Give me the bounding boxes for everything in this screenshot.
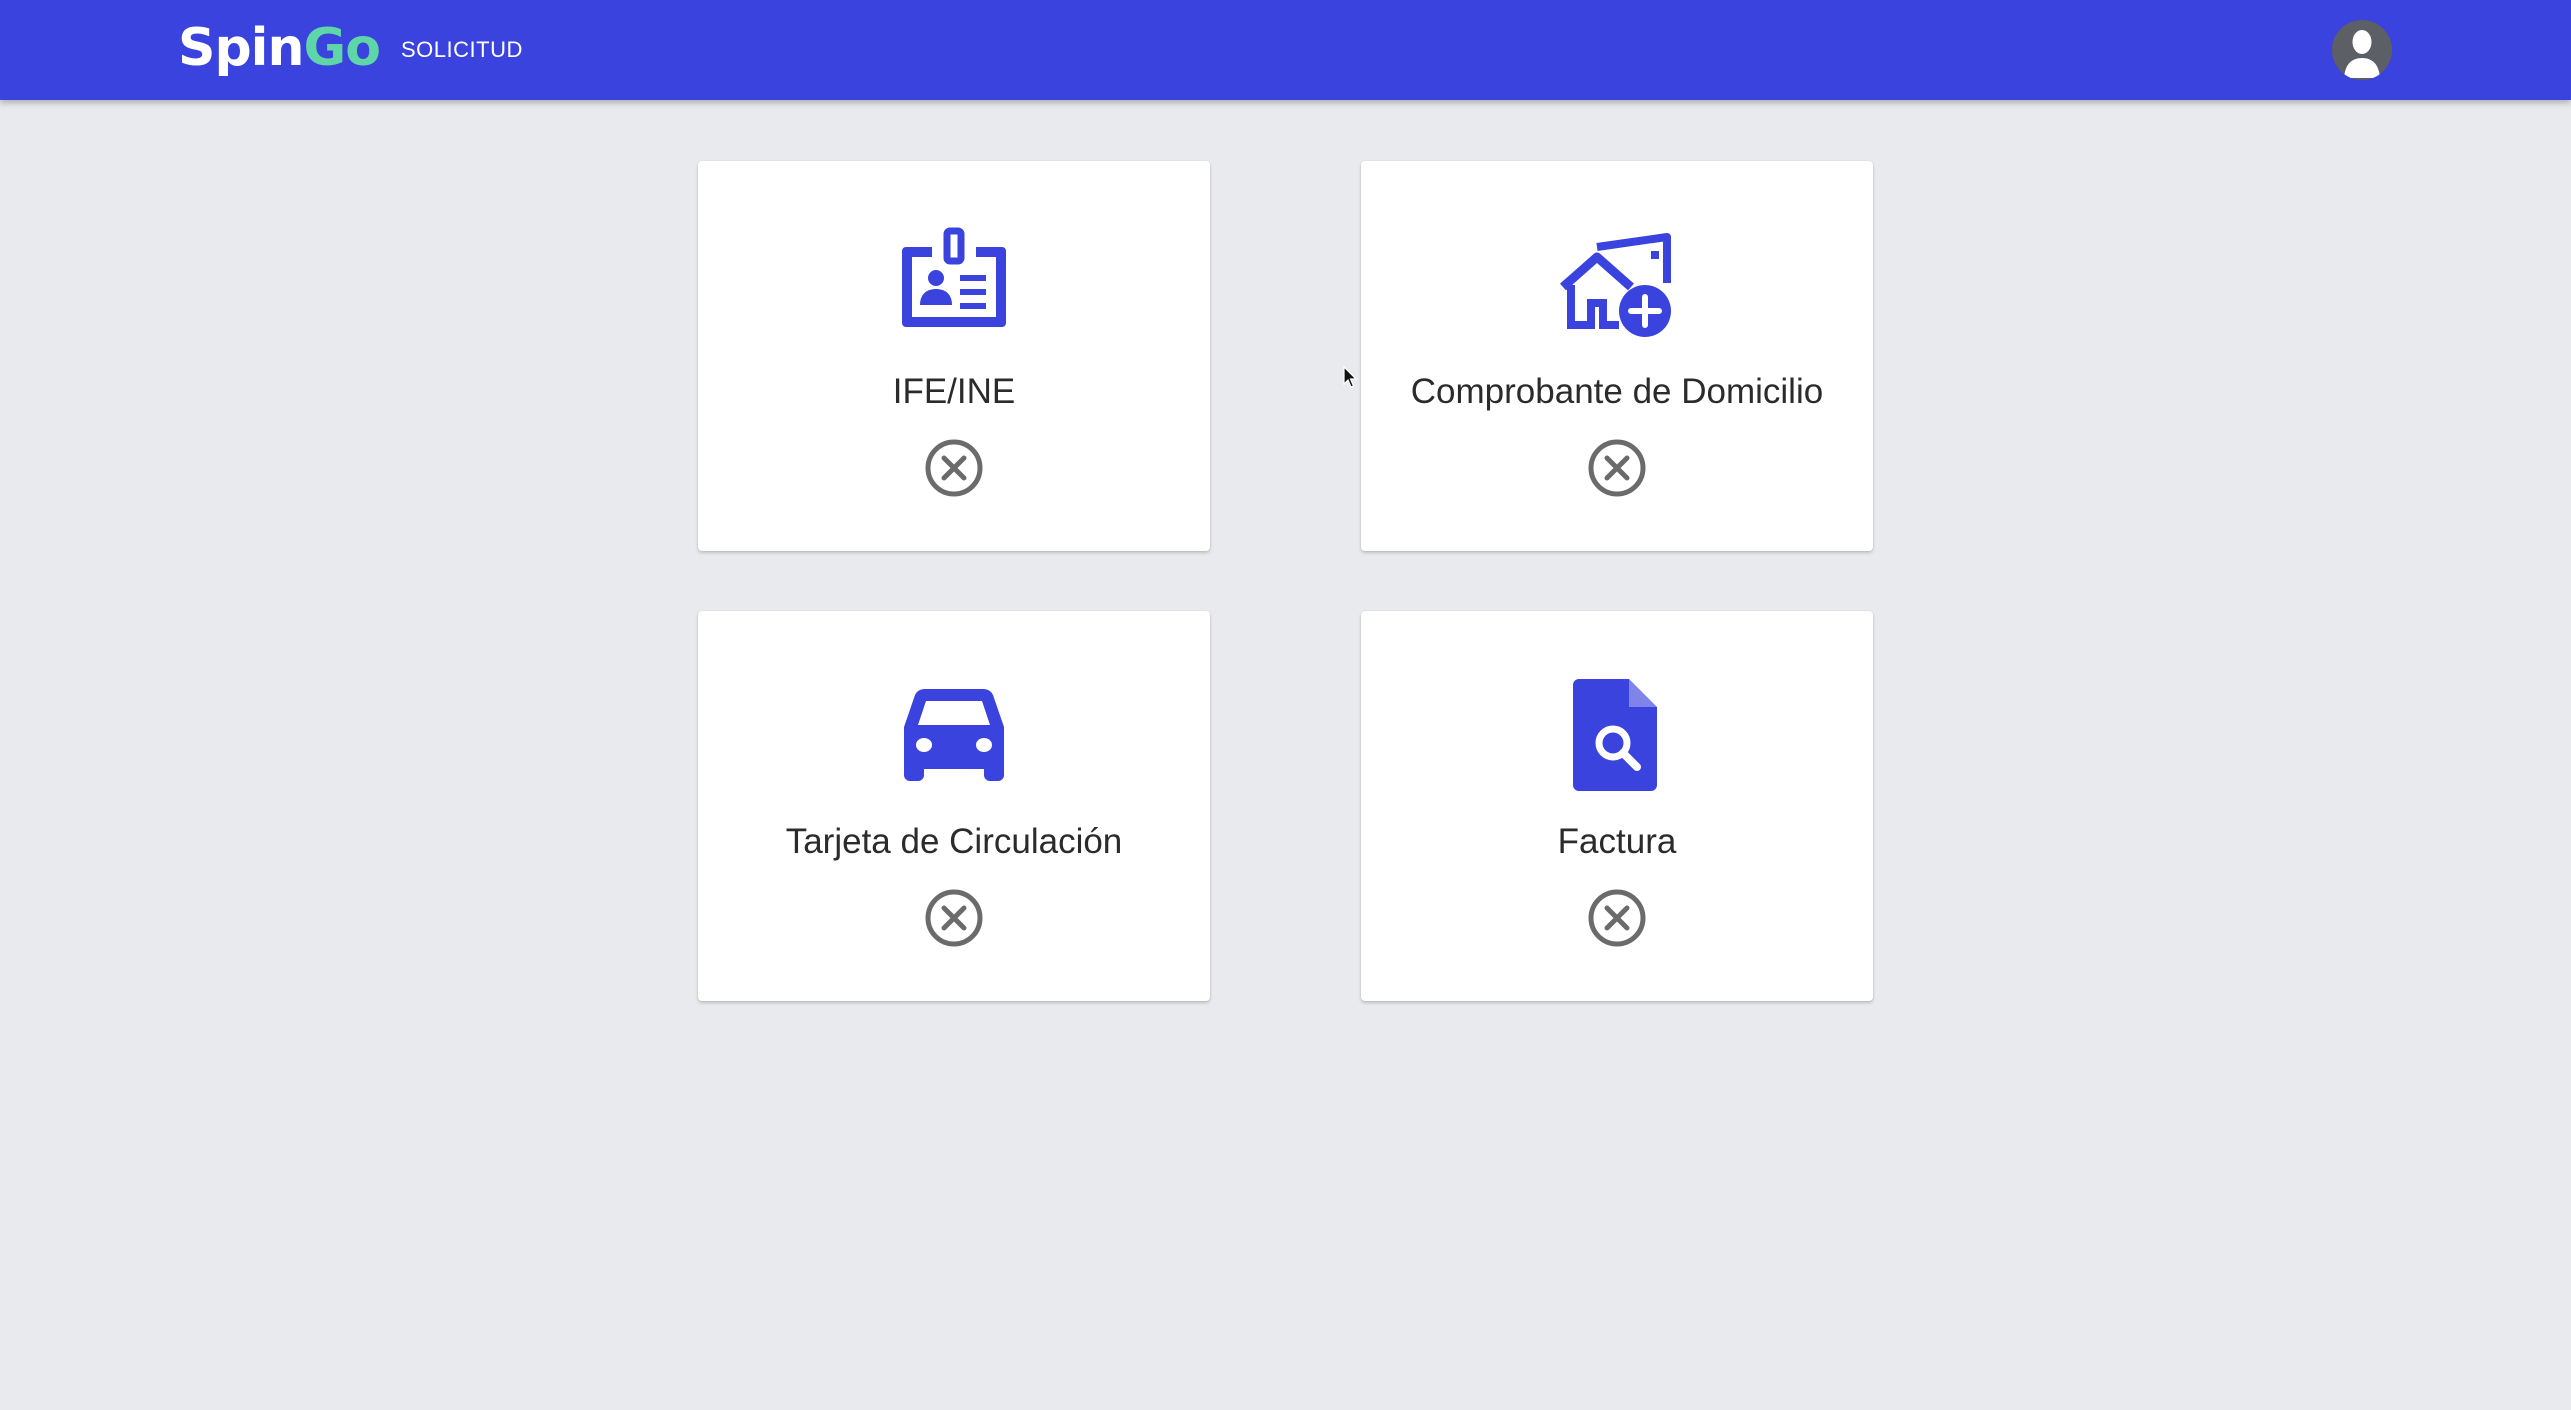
user-avatar-icon[interactable] (2332, 20, 2392, 80)
card-title: IFE/INE (892, 372, 1016, 411)
logo-text-spin: Spin (178, 18, 305, 78)
document-card-comprobante-domicilio[interactable]: Comprobante de Domicilio (1361, 161, 1873, 551)
id-badge-icon (894, 225, 1014, 345)
nav-solicitud[interactable]: SOLICITUD (401, 36, 523, 64)
close-circle-icon[interactable] (923, 437, 985, 499)
mouse-cursor-icon (1343, 365, 1359, 390)
card-title: Factura (1557, 822, 1677, 861)
close-circle-icon[interactable] (1586, 887, 1648, 949)
home-add-icon (1557, 225, 1677, 345)
top-app-bar: SpinGo SOLICITUD (0, 0, 2571, 100)
close-circle-icon[interactable] (923, 887, 985, 949)
card-title: Comprobante de Domicilio (1410, 372, 1824, 411)
logo-text-go: Go (303, 18, 381, 78)
close-circle-icon[interactable] (1586, 437, 1648, 499)
document-card-ife-ine[interactable]: IFE/INE (698, 161, 1210, 551)
card-title: Tarjeta de Circulación (785, 822, 1123, 861)
car-icon (894, 675, 1014, 795)
file-search-icon (1557, 675, 1677, 795)
document-card-factura[interactable]: Factura (1361, 611, 1873, 1001)
spingo-logo[interactable]: SpinGo (178, 18, 381, 78)
document-card-tarjeta-circulacion[interactable]: Tarjeta de Circulación (698, 611, 1210, 1001)
